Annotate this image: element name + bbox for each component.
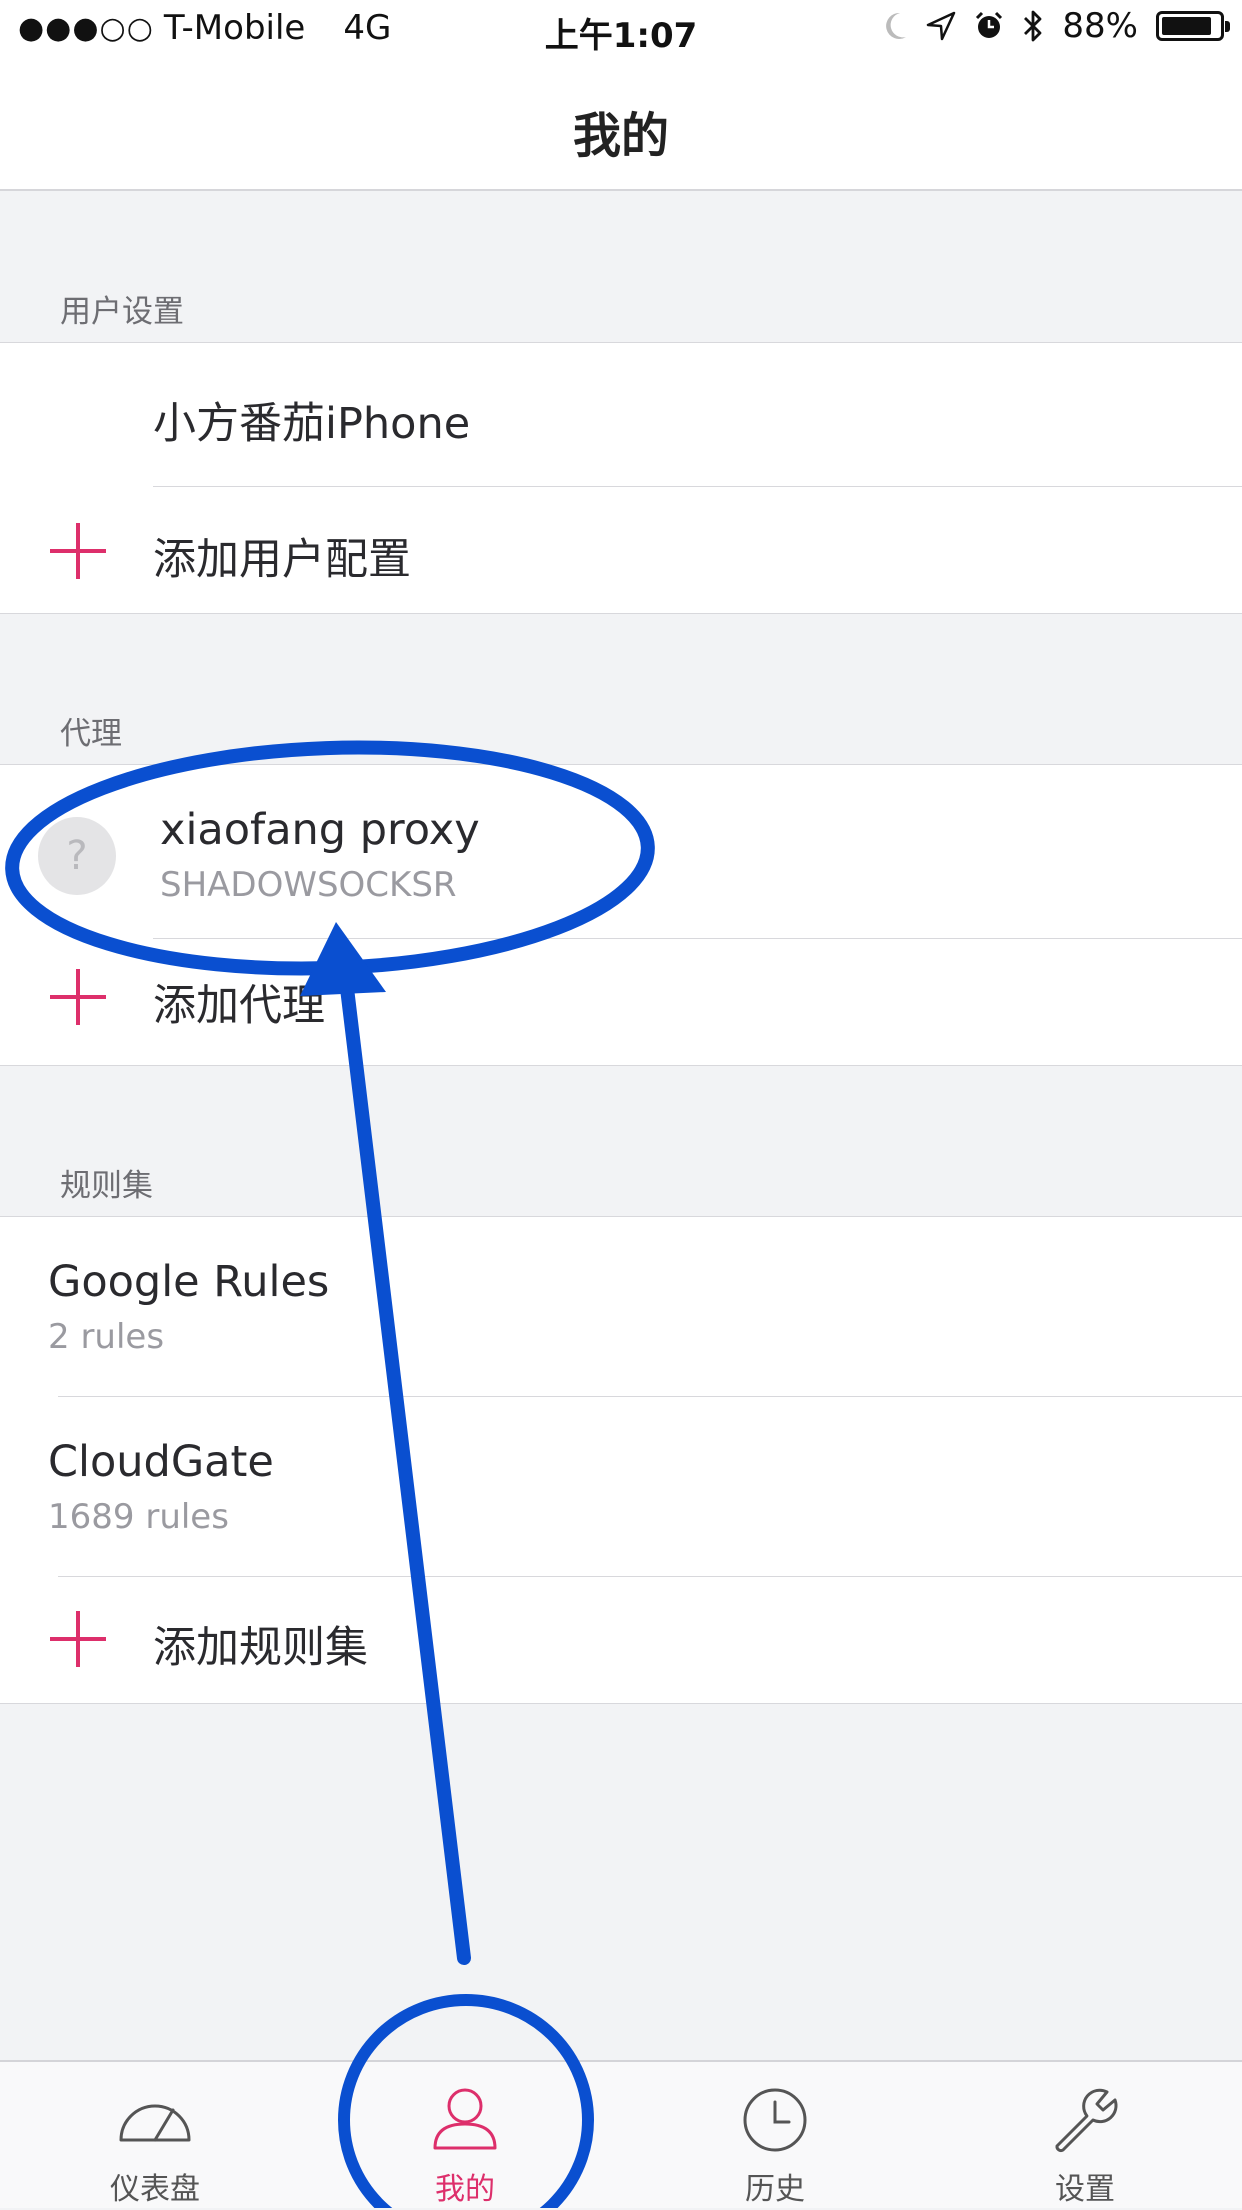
add-proxy-label: 添加代理 [153, 981, 325, 1031]
battery-fill [1162, 17, 1211, 35]
gauge-icon [119, 2104, 191, 2142]
section-header-proxy: 代理 [60, 716, 122, 752]
add-rule-set-label: 添加规则集 [153, 1623, 368, 1673]
section-header-rules: 规则集 [60, 1168, 153, 1204]
clock-icon [743, 2088, 807, 2152]
rule-set-google[interactable]: Google Rules 2 rules [0, 1217, 1242, 1397]
add-user-config-row[interactable]: 添加用户配置 [0, 487, 1242, 615]
plus-icon [50, 1611, 106, 1667]
bluetooth-icon [1024, 10, 1042, 42]
tab-history[interactable]: 历史 [620, 2062, 930, 2210]
tab-label: 我的 [435, 2172, 495, 2207]
tab-dashboard[interactable]: 仪表盘 [0, 2062, 310, 2210]
user-profile-name: 小方番茄iPhone [153, 399, 471, 449]
tab-label: 设置 [1055, 2172, 1115, 2207]
proxy-group: ? xiaofang proxy SHADOWSOCKSR 添加代理 [0, 764, 1242, 1066]
alarm-icon [976, 11, 1003, 38]
person-icon [433, 2088, 497, 2150]
wrench-icon [1055, 2088, 1118, 2153]
status-bar: ●●●○○ T-Mobile 4G 上午1:07 88% [0, 0, 1242, 64]
tab-settings[interactable]: 设置 [930, 2062, 1240, 2210]
rules-group: Google Rules 2 rules CloudGate 1689 rule… [0, 1216, 1242, 1704]
page-title: 我的 [572, 108, 669, 164]
battery-icon [1156, 11, 1230, 41]
navigation-bar: 我的 [0, 64, 1242, 191]
battery-percent: 88% [1062, 6, 1138, 46]
user-profile-row[interactable]: 小方番茄iPhone [0, 343, 1242, 487]
tab-label: 仪表盘 [110, 2172, 200, 2207]
tab-label: 历史 [745, 2172, 805, 2207]
question-icon: ? [38, 817, 116, 895]
rule-set-name: Google Rules [48, 1257, 330, 1307]
annotation-overlay [5, 740, 655, 2208]
plus-icon [50, 523, 106, 579]
proxy-row-xiaofang[interactable]: ? xiaofang proxy SHADOWSOCKSR [0, 765, 1242, 939]
tab-mine[interactable]: 我的 [310, 2062, 620, 2210]
rule-set-name: CloudGate [48, 1437, 274, 1487]
add-rule-set-row[interactable]: 添加规则集 [0, 1577, 1242, 1705]
rule-set-count: 2 rules [48, 1317, 165, 1357]
moon-icon [886, 12, 907, 39]
status-right: 88% [882, 6, 1230, 46]
rule-set-count: 1689 rules [48, 1497, 229, 1537]
section-header-user: 用户设置 [60, 294, 184, 330]
user-settings-group: 小方番茄iPhone 添加用户配置 [0, 342, 1242, 614]
rule-set-cloudgate[interactable]: CloudGate 1689 rules [0, 1397, 1242, 1577]
tab-bar: 仪表盘 我的 历史 设置 [0, 2060, 1242, 2208]
location-icon [927, 11, 956, 41]
proxy-name: xiaofang proxy [160, 805, 480, 855]
plus-icon [50, 969, 106, 1025]
proxy-type: SHADOWSOCKSR [160, 865, 457, 905]
add-user-config-label: 添加用户配置 [153, 535, 411, 585]
add-proxy-row[interactable]: 添加代理 [0, 939, 1242, 1067]
